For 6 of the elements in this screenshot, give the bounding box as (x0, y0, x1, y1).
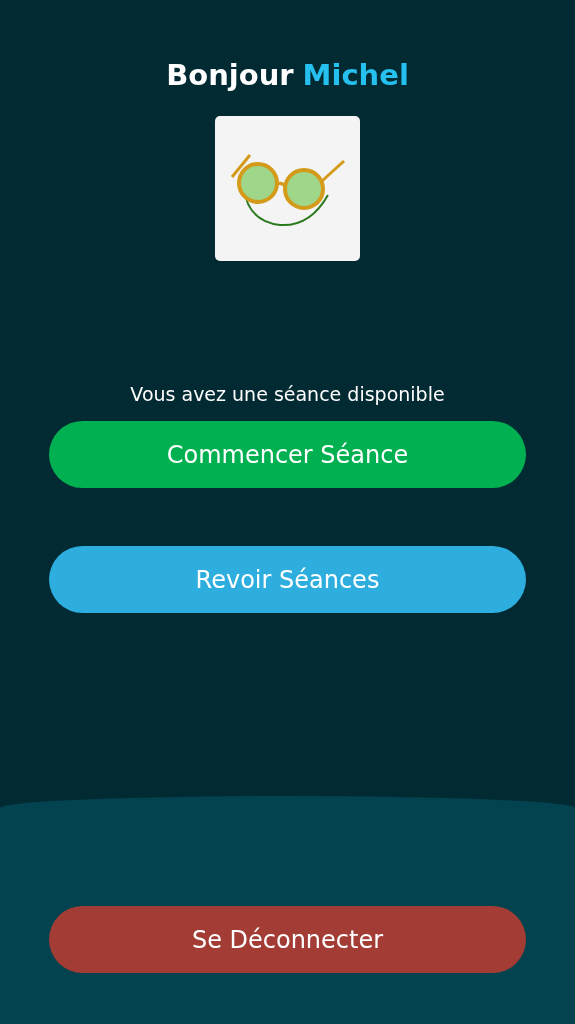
session-message: Vous avez une séance disponible (130, 383, 445, 405)
user-name: Michel (302, 58, 409, 92)
action-button[interactable]: Commencer Séance (49, 421, 526, 488)
action-button[interactable]: Revoir Séances (49, 546, 526, 613)
greeting-text: Bonjour (166, 58, 294, 92)
logout-button[interactable]: Se Déconnecter (49, 906, 526, 973)
